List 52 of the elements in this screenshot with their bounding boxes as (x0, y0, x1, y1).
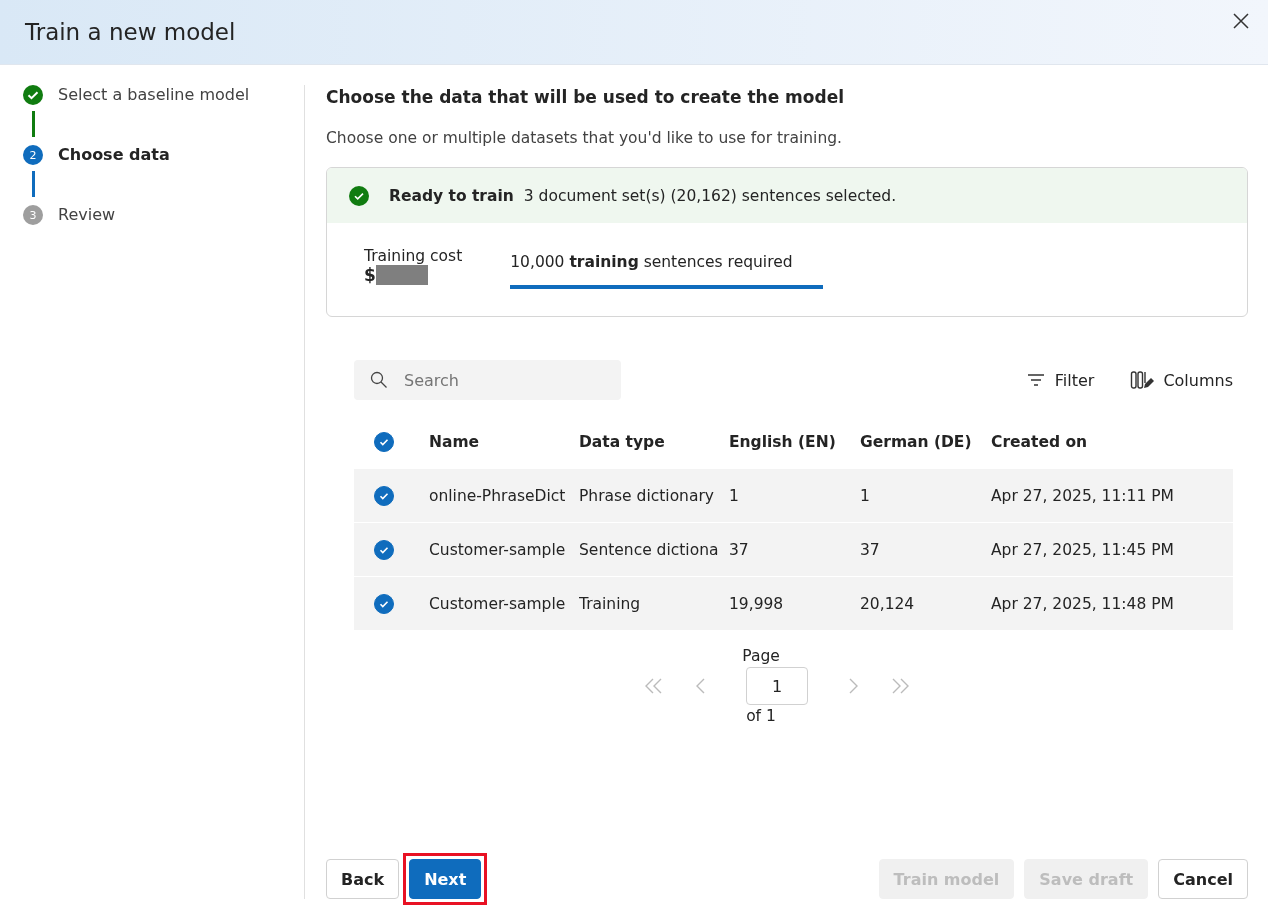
table-row[interactable]: Customer-sample Training 19,998 20,124 Apr 27, 2025, 11:48 PM (354, 576, 1233, 630)
footer-button[interactable]: Cancel (1158, 859, 1248, 899)
status-text: 3 document set(s) (20,162) sentences selected. (523, 186, 897, 205)
columns-icon (1130, 370, 1155, 390)
table-cell-text: 1 (860, 486, 871, 505)
status-title: Ready to train (389, 186, 514, 205)
cost-label: Training cost (364, 247, 463, 265)
columns-button[interactable]: Columns (1130, 370, 1233, 390)
table-cell-text: 20,124 (860, 594, 916, 613)
cost-currency: $ (364, 265, 376, 285)
table-cell-text: 37 (860, 540, 881, 559)
requirement-text: 10,000 training sentences required (510, 253, 794, 271)
table-row[interactable]: online-PhraseDict Phrase dictionary 1 1 Apr 27, 2025, 11:11 PM (354, 468, 1233, 522)
section-heading: Choose the data that will be used to create the model (326, 87, 845, 107)
back-button[interactable]: Back (326, 859, 400, 899)
row-checkbox[interactable] (374, 593, 394, 614)
step-label[interactable]: Select a baseline model (58, 85, 250, 145)
table-cell-text: Training (579, 594, 642, 613)
search-field[interactable]: Search (354, 360, 621, 400)
table-cell-text: 1 (729, 486, 740, 505)
table-cell-text: 19,998 (729, 594, 785, 613)
filter-button[interactable]: Filter (1025, 370, 1095, 390)
step-label[interactable]: Choose data (58, 145, 170, 205)
column-header[interactable]: German (DE) (860, 433, 991, 451)
row-checkbox[interactable] (374, 485, 394, 506)
page-count: of 1 (746, 707, 776, 725)
table-cell-text: Customer-sample (429, 594, 567, 613)
table-cell-text: Phrase dictionary (579, 486, 715, 505)
table-cell-text: 37 (729, 540, 750, 559)
page-field[interactable]: 1 (746, 667, 808, 705)
select-all-checkbox[interactable] (374, 432, 394, 452)
next-button[interactable]: Next (409, 859, 482, 899)
dialog-title: Train a new model (25, 19, 236, 45)
step-label[interactable]: Review (58, 205, 116, 225)
check-circle-icon (349, 185, 369, 206)
column-header[interactable]: Created on (991, 433, 1233, 451)
step-number: 3 (23, 205, 43, 225)
table-cell-text: Sentence dictiona (579, 540, 720, 559)
table-cell-text: Apr 27, 2025, 11:48 PM (991, 594, 1175, 613)
table-cell-text: Customer-sample (429, 540, 567, 559)
step-number: 2 (23, 145, 43, 165)
table-row[interactable]: Customer-sample Sentence dictiona 37 37 Apr 27, 2025, 11:45 PM (354, 522, 1233, 576)
table-cell-text: Apr 27, 2025, 11:11 PM (991, 486, 1175, 505)
table-cell-text: Apr 27, 2025, 11:45 PM (991, 540, 1175, 559)
filter-icon (1025, 372, 1046, 388)
column-header[interactable]: Name (429, 433, 579, 451)
row-checkbox[interactable] (374, 539, 394, 560)
page-label: Page (742, 647, 780, 665)
column-header[interactable]: English (EN) (729, 433, 860, 451)
column-header[interactable]: Data type (579, 433, 729, 451)
table-cell-text: online-PhraseDict (429, 486, 567, 505)
description-text: Choose one or multiple datasets that you'd like to use for training. (326, 129, 843, 147)
